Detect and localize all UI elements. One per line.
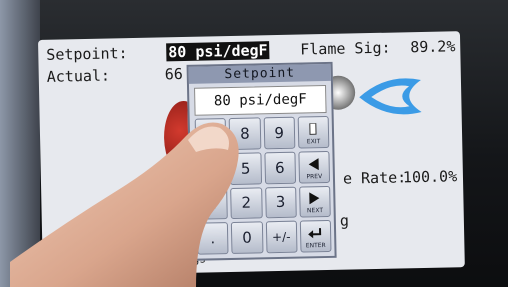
- brand-logo-icon: [359, 78, 422, 115]
- key-2[interactable]: 2: [230, 186, 263, 220]
- key-0[interactable]: 0: [231, 221, 264, 254]
- key-3[interactable]: 3: [264, 186, 297, 219]
- key-6[interactable]: 6: [263, 151, 296, 184]
- left-arrow-icon: [309, 157, 320, 170]
- background-glare: [0, 0, 40, 287]
- mid-partial-text: g: [339, 211, 350, 230]
- enter-icon: [308, 228, 322, 239]
- actual-label: Actual:: [46, 66, 111, 86]
- dialog-title: Setpoint: [188, 63, 331, 84]
- flame-value: 89.2%: [410, 37, 456, 57]
- exit-button[interactable]: EXIT: [297, 115, 330, 149]
- key-5[interactable]: 5: [229, 152, 262, 185]
- hmi-screen: Setpoint: 80 psi/degF Flame Sig: 89.2% A…: [38, 31, 465, 276]
- key-7[interactable]: 7: [194, 118, 227, 151]
- setpoint-keypad-dialog: Setpoint 80 psi/degF 7 8 9 EXIT 4 5 6 PR…: [186, 61, 337, 261]
- key-8[interactable]: 8: [228, 117, 261, 150]
- rate-label: e Rate:: [342, 168, 407, 188]
- exit-icon: [309, 123, 317, 135]
- key-9[interactable]: 9: [263, 116, 296, 150]
- key-decimal[interactable]: .: [196, 222, 229, 255]
- key-4[interactable]: 4: [195, 152, 228, 186]
- dialog-value-field[interactable]: 80 psi/degF: [194, 84, 327, 116]
- right-arrow-icon: [309, 192, 320, 205]
- actual-value: 66: [164, 64, 183, 84]
- key-plus-minus[interactable]: +/-: [265, 220, 298, 254]
- enter-button[interactable]: ENTER: [299, 220, 332, 253]
- keypad: 7 8 9 EXIT 4 5 6 PREV 1 2 3 NEXT . 0 +/-: [194, 115, 332, 255]
- setpoint-value[interactable]: 80 psi/degF: [166, 41, 270, 62]
- next-button[interactable]: NEXT: [298, 185, 331, 218]
- rate-value: 100.0%: [402, 167, 458, 187]
- setpoint-label: Setpoint:: [46, 44, 128, 64]
- left-partial-text: Pl: [53, 227, 73, 246]
- key-1[interactable]: 1: [196, 187, 229, 220]
- prev-button[interactable]: PREV: [298, 150, 331, 184]
- flame-label: Flame Sig:: [300, 38, 391, 59]
